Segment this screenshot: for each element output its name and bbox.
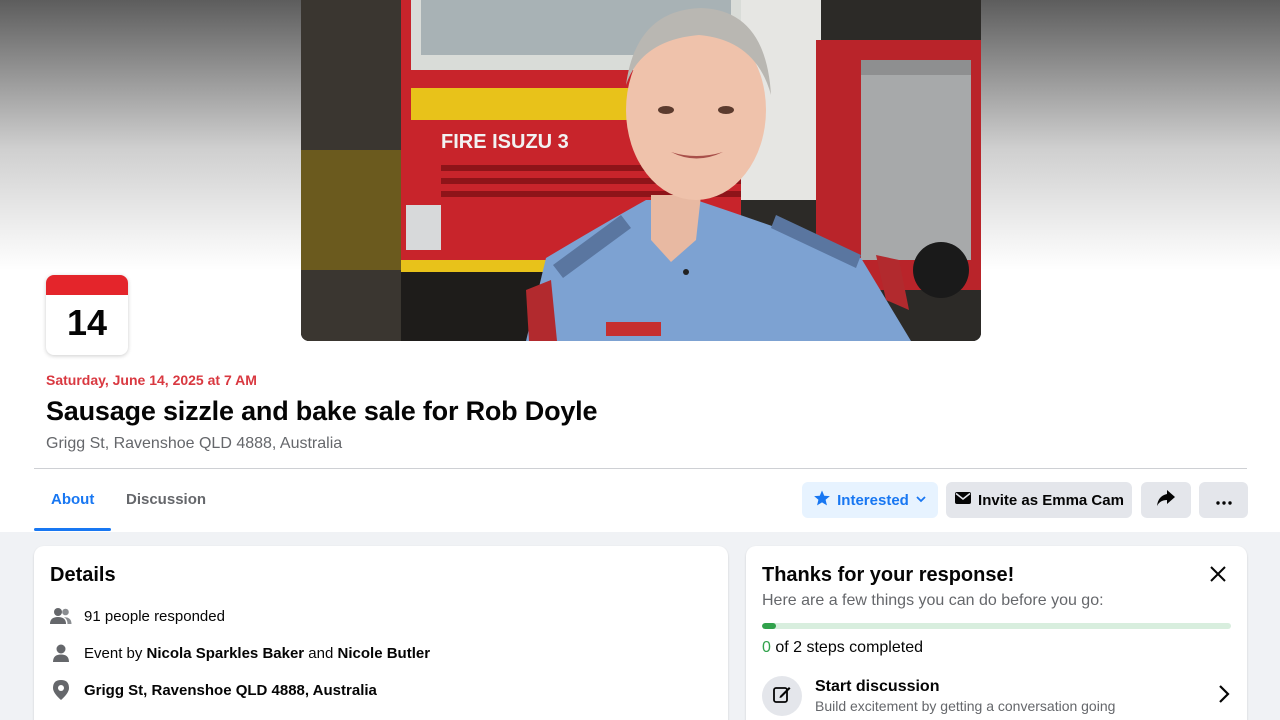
event-by-prefix: Event by xyxy=(84,644,147,662)
invite-label: Invite as Emma Cam xyxy=(978,491,1124,509)
close-icon xyxy=(1209,565,1227,588)
location-link[interactable]: Grigg St, Ravenshoe QLD 4888, Australia xyxy=(84,682,377,699)
host-link-2[interactable]: Nicole Butler xyxy=(338,645,431,662)
responded-text: 91 people responded xyxy=(84,607,225,625)
share-arrow-icon xyxy=(1156,489,1176,511)
steps-completed: 0 of 2 steps completed xyxy=(762,639,923,657)
location-row: Grigg St, Ravenshoe QLD 4888, Australia xyxy=(50,679,377,701)
responded-row: 91 people responded xyxy=(50,605,225,627)
hosts-row: Event by Nicola Sparkles Baker and Nicol… xyxy=(50,642,430,664)
interested-button[interactable]: Interested xyxy=(802,482,938,518)
task-icon-circle xyxy=(762,676,802,716)
person-icon xyxy=(50,642,72,664)
envelope-icon xyxy=(954,490,972,510)
date-badge-header xyxy=(46,275,128,295)
task-description: Build excitement by getting a conversati… xyxy=(815,698,1116,714)
response-card: Thanks for your response! Here are a few… xyxy=(746,546,1247,720)
truck-lettering: FIRE ISUZU 3 xyxy=(441,131,569,153)
ellipsis-icon xyxy=(1215,492,1232,509)
chevron-down-icon xyxy=(915,492,927,509)
event-title: Sausage sizzle and bake sale for Rob Doy… xyxy=(46,396,598,426)
date-badge-day: 14 xyxy=(66,302,108,343)
task-title: Start discussion xyxy=(815,678,940,695)
start-discussion-task[interactable]: Start discussion Build excitement by get… xyxy=(762,674,1231,718)
active-tab-indicator xyxy=(34,528,111,531)
event-location[interactable]: Grigg St, Ravenshoe QLD 4888, Australia xyxy=(46,435,342,453)
interested-label: Interested xyxy=(837,491,909,509)
steps-done-count: 0 xyxy=(762,639,771,656)
host-link-1[interactable]: Nicola Sparkles Baker xyxy=(147,645,305,662)
response-card-title: Thanks for your response! xyxy=(762,564,1015,586)
share-button[interactable] xyxy=(1141,482,1191,518)
people-icon xyxy=(50,605,72,627)
steps-text: of 2 steps completed xyxy=(770,639,923,656)
and-text: and xyxy=(304,644,338,662)
edit-icon xyxy=(772,684,792,709)
hosts-text: Event by Nicola Sparkles Baker and Nicol… xyxy=(84,645,430,662)
cover-photo[interactable]: FIRE ISUZU 3 xyxy=(301,0,981,341)
details-card: Details 91 people responded Event by Nic… xyxy=(34,546,728,720)
close-button[interactable] xyxy=(1204,562,1232,590)
event-date: Saturday, June 14, 2025 at 7 AM xyxy=(46,372,257,388)
steps-progress-fill xyxy=(762,623,777,629)
header-divider xyxy=(34,468,1247,469)
tab-discussion[interactable]: Discussion xyxy=(126,491,206,508)
date-badge: 14 xyxy=(46,275,128,355)
invite-button[interactable]: Invite as Emma Cam xyxy=(946,482,1132,518)
details-title: Details xyxy=(50,564,116,586)
star-icon xyxy=(813,489,831,511)
chevron-right-icon xyxy=(1217,683,1231,710)
location-pin-icon xyxy=(50,679,72,701)
cover-photo-illustration: FIRE ISUZU 3 xyxy=(301,0,981,341)
response-card-subtitle: Here are a few things you can do before … xyxy=(762,592,1104,609)
tab-about[interactable]: About xyxy=(51,491,94,508)
steps-progress-bar xyxy=(762,623,1231,629)
more-options-button[interactable] xyxy=(1199,482,1248,518)
